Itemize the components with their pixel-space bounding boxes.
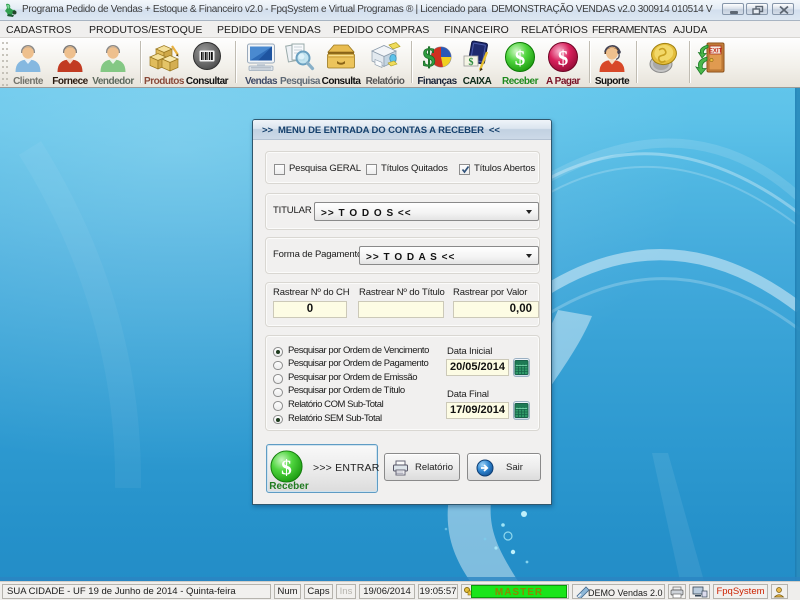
svg-text:EXIT: EXIT xyxy=(709,49,723,55)
svg-text:$: $ xyxy=(281,455,292,479)
